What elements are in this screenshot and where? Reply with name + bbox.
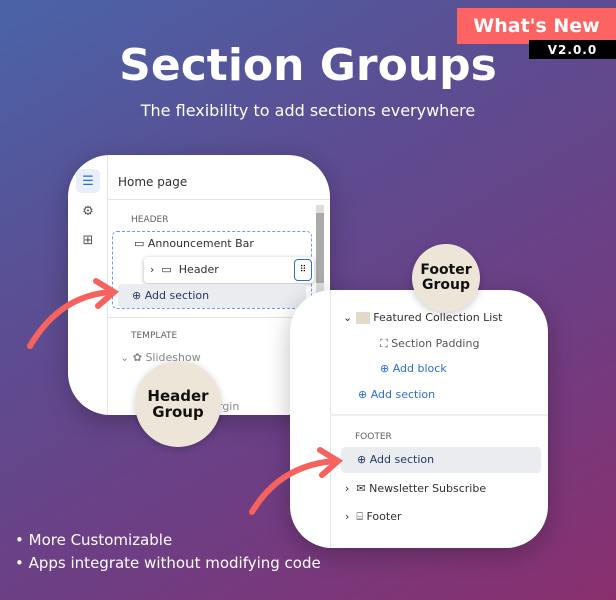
bullet-item: • More Customizable <box>15 531 173 549</box>
arrow-icon <box>27 278 344 515</box>
arrows <box>27 278 344 515</box>
bullet-item: • Apps integrate without modifying code <box>15 554 321 572</box>
